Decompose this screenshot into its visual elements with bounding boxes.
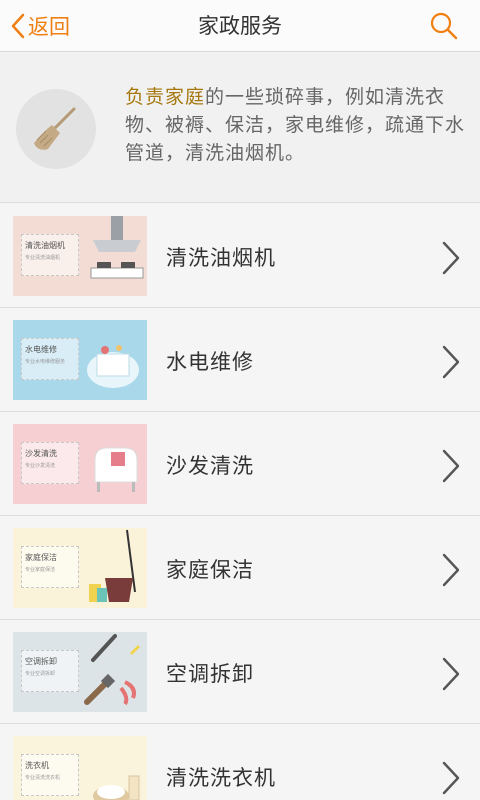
service-label: 空调拆卸 [166,662,254,686]
chevron-right-icon [442,553,460,587]
thumb-title: 清洗油烟机 [25,241,65,250]
armchair-icon [94,447,138,492]
service-thumbnail: 清洗油烟机专业清洗油烟机 [13,216,147,296]
service-item-range-hood[interactable]: 清洗油烟机 专业清洗油烟机 清洗油烟机 [0,204,480,308]
chevron-right-icon [442,657,460,691]
thumb-subtitle: 专业空调拆卸 [25,671,56,677]
service-label: 清洗洗衣机 [166,766,276,790]
chevron-right-icon [442,761,460,795]
service-label: 清洗油烟机 [166,246,276,270]
thumb-subtitle: 专业沙发清洗 [25,463,56,469]
thumb-title: 沙发清洗 [25,449,57,458]
tools-icon [84,634,141,706]
mop-bucket-icon [89,529,136,602]
thumb-subtitle: 专业水电维修服务 [25,359,66,365]
service-item-washing-machine[interactable]: 洗衣机专业清洗洗衣机 清洗洗衣机 [0,724,480,800]
page-title: 家政服务 [198,14,282,38]
thumb-title: 洗衣机 [25,761,49,770]
thumb-subtitle: 专业家庭保洁 [25,567,56,573]
thumb-title: 水电维修 [25,345,57,354]
service-label: 家庭保洁 [166,558,254,582]
service-item-plumbing-electrical[interactable]: 水电维修 专业水电维修服务 水电维修 [0,308,480,412]
chevron-right-icon [442,345,460,379]
top-bar: 返回 家政服务 [0,0,480,52]
search-icon[interactable] [428,10,460,42]
thumb-title: 空调拆卸 [25,657,57,666]
range-hood-icon [90,216,144,279]
service-thumbnail: 空调拆卸专业空调拆卸 [13,632,147,712]
service-intro: 负责家庭的一些琐碎事，例如清洗衣物、被褥、保洁，家电维修，疏通下水管道，清洗油烟… [0,53,480,203]
service-item-home-cleaning[interactable]: 家庭保洁 专业家庭保洁 家庭保洁 [0,516,480,620]
broom-icon [16,89,96,169]
service-label: 沙发清洗 [166,454,254,478]
laundry-icon [93,775,140,800]
chevron-right-icon [442,449,460,483]
service-thumbnail: 水电维修专业水电维修服务 [13,320,147,400]
thumb-subtitle: 专业清洗洗衣机 [25,775,61,781]
service-thumbnail: 洗衣机专业清洗洗衣机 [13,736,147,800]
toolbox-icon [87,345,139,388]
service-label: 水电维修 [166,350,254,374]
intro-description: 负责家庭的一些琐碎事，例如清洗衣物、被褥、保洁，家电维修，疏通下水管道，清洗油烟… [125,83,470,167]
service-thumbnail: 家庭保洁专业家庭保洁 [13,528,147,608]
thumb-title: 家庭保洁 [25,553,57,562]
intro-highlight: 负责家庭 [125,86,206,108]
thumb-subtitle: 专业清洗油烟机 [25,255,61,261]
service-thumbnail: 沙发清洗专业沙发清洗 [13,424,147,504]
service-list: 清洗油烟机 专业清洗油烟机 清洗油烟机 水电维修 专业水电维修服务 水电维修 沙… [0,204,480,800]
service-item-ac-removal[interactable]: 空调拆卸 专业空调拆卸 空调拆卸 [0,620,480,724]
chevron-right-icon [442,241,460,275]
service-item-sofa-cleaning[interactable]: 沙发清洗 专业沙发清洗 沙发清洗 [0,412,480,516]
